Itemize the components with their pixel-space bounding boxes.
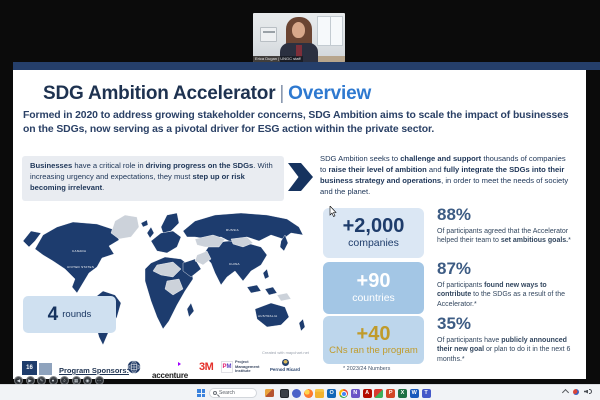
tray-chevron-up-icon[interactable]	[562, 389, 569, 396]
stat-box-countries: +90 countries	[323, 262, 424, 314]
snipping-tool-icon[interactable]	[374, 389, 383, 398]
pct-value-35: 35%	[437, 315, 579, 334]
accenture-caret-icon	[178, 362, 181, 366]
slide-title-separator: |	[275, 83, 288, 104]
office-printer	[260, 27, 277, 42]
pernod-ricard-logo: Pernod Ricard	[265, 359, 305, 372]
taskbar-search[interactable]: Search	[209, 388, 257, 398]
map-label-russia: RUSSIA	[226, 229, 239, 232]
map-credit: Created with mapchart.net	[262, 350, 309, 355]
stat-value-countries: +90	[357, 271, 391, 292]
slide-title-main: SDG Ambition Accelerator	[43, 83, 275, 104]
footer-decoration-square	[39, 363, 52, 375]
volume-icon[interactable]	[584, 388, 592, 395]
stat-value-companies: +2,000	[343, 216, 405, 237]
pmi-logo: PM Project Management Institute	[221, 360, 271, 374]
powerpoint-icon[interactable]: P	[386, 389, 395, 398]
slide-title-accent: Overview	[288, 83, 371, 104]
stat-box-companies: +2,000 companies	[323, 208, 424, 258]
pct-value-87: 87%	[437, 260, 579, 279]
system-tray	[563, 388, 592, 395]
accenture-wordmark: accenture	[152, 371, 188, 379]
program-sponsors-label: Program Sponsors:	[59, 366, 129, 375]
windows-taskbar: Search O N A P X W T	[0, 384, 600, 400]
footnote: * 2023/24 Numbers	[343, 366, 390, 372]
widgets-button[interactable]	[265, 389, 274, 397]
rounds-badge: 4 rounds	[23, 296, 116, 333]
participant-video[interactable]: Erica Dugan | UNGC staff	[253, 13, 345, 62]
chevron-right-icon	[288, 163, 313, 191]
firefox-icon[interactable]	[304, 389, 313, 398]
taskbar-icons: O N A P X W T	[280, 389, 431, 398]
search-placeholder: Search	[219, 390, 235, 396]
slide-intro-text: Formed in 2020 to address growing stakeh…	[23, 109, 575, 138]
stat-label-cns: CNs ran the program	[329, 346, 418, 356]
rounds-label: rounds	[62, 309, 91, 320]
word-icon[interactable]: W	[410, 389, 419, 398]
teams-icon[interactable]	[292, 389, 301, 398]
chrome-icon[interactable]	[339, 389, 348, 398]
stat-label-companies: companies	[348, 238, 399, 250]
3m-logo: 3M	[199, 361, 213, 373]
onenote-icon[interactable]: N	[351, 389, 360, 398]
stat-pct-35: 35% Of participants have publicly announ…	[437, 315, 579, 364]
acrobat-icon[interactable]: A	[363, 389, 372, 398]
map-label-china: CHINA	[229, 263, 240, 266]
pct-desc-35: Of participants have publicly announced …	[437, 336, 579, 364]
map-label-canada: CANADA	[72, 250, 86, 253]
pct-desc-88: Of participants agreed that the Accelera…	[437, 227, 579, 246]
tray-app-icon[interactable]	[573, 389, 579, 395]
map-label-australia: AUSTRALIA	[258, 315, 277, 318]
slide-top-border	[13, 62, 600, 70]
meeting-screen: Erica Dugan | UNGC staff SDG Ambition Ac…	[0, 0, 600, 400]
stat-pct-88: 88% Of participants agreed that the Acce…	[437, 206, 579, 246]
office-window	[317, 16, 343, 46]
stat-box-cns: +40 CNs ran the program	[323, 316, 424, 364]
stat-pct-87: 87% Of participants found new ways to co…	[437, 260, 579, 309]
desktop-app-icon[interactable]	[280, 389, 289, 398]
slide-title: SDG Ambition Accelerator|Overview	[43, 83, 371, 105]
search-icon	[213, 391, 217, 395]
pernod-ricard-emblem-icon	[282, 359, 289, 366]
slide-number: 16	[22, 361, 37, 375]
start-button[interactable]	[197, 389, 205, 397]
file-explorer-icon[interactable]	[315, 389, 324, 398]
teams-new-icon[interactable]: T	[422, 389, 431, 398]
stat-label-countries: countries	[352, 293, 395, 305]
pernod-ricard-text: Pernod Ricard	[265, 367, 305, 372]
pct-desc-87: Of participants found new ways to contri…	[437, 281, 579, 309]
un-global-compact-logo-icon	[127, 360, 141, 374]
stat-value-cns: +40	[357, 324, 391, 345]
callout-businesses: Businesses have a critical role in drivi…	[22, 156, 284, 201]
excel-icon[interactable]: X	[398, 389, 407, 398]
pct-value-88: 88%	[437, 206, 579, 225]
pmi-logo-icon: PM	[221, 361, 233, 373]
outlook-icon[interactable]: O	[327, 389, 336, 398]
callout-sdg-ambition: SDG Ambition seeks to challenge and supp…	[320, 153, 574, 197]
rounds-value: 4	[48, 304, 59, 326]
accenture-logo: accenture	[152, 365, 188, 379]
mouse-cursor	[329, 206, 337, 217]
map-label-united-states: UNITED STATES	[67, 266, 94, 269]
participant-face	[292, 22, 305, 38]
shared-slide: SDG Ambition Accelerator|Overview Formed…	[13, 70, 586, 379]
